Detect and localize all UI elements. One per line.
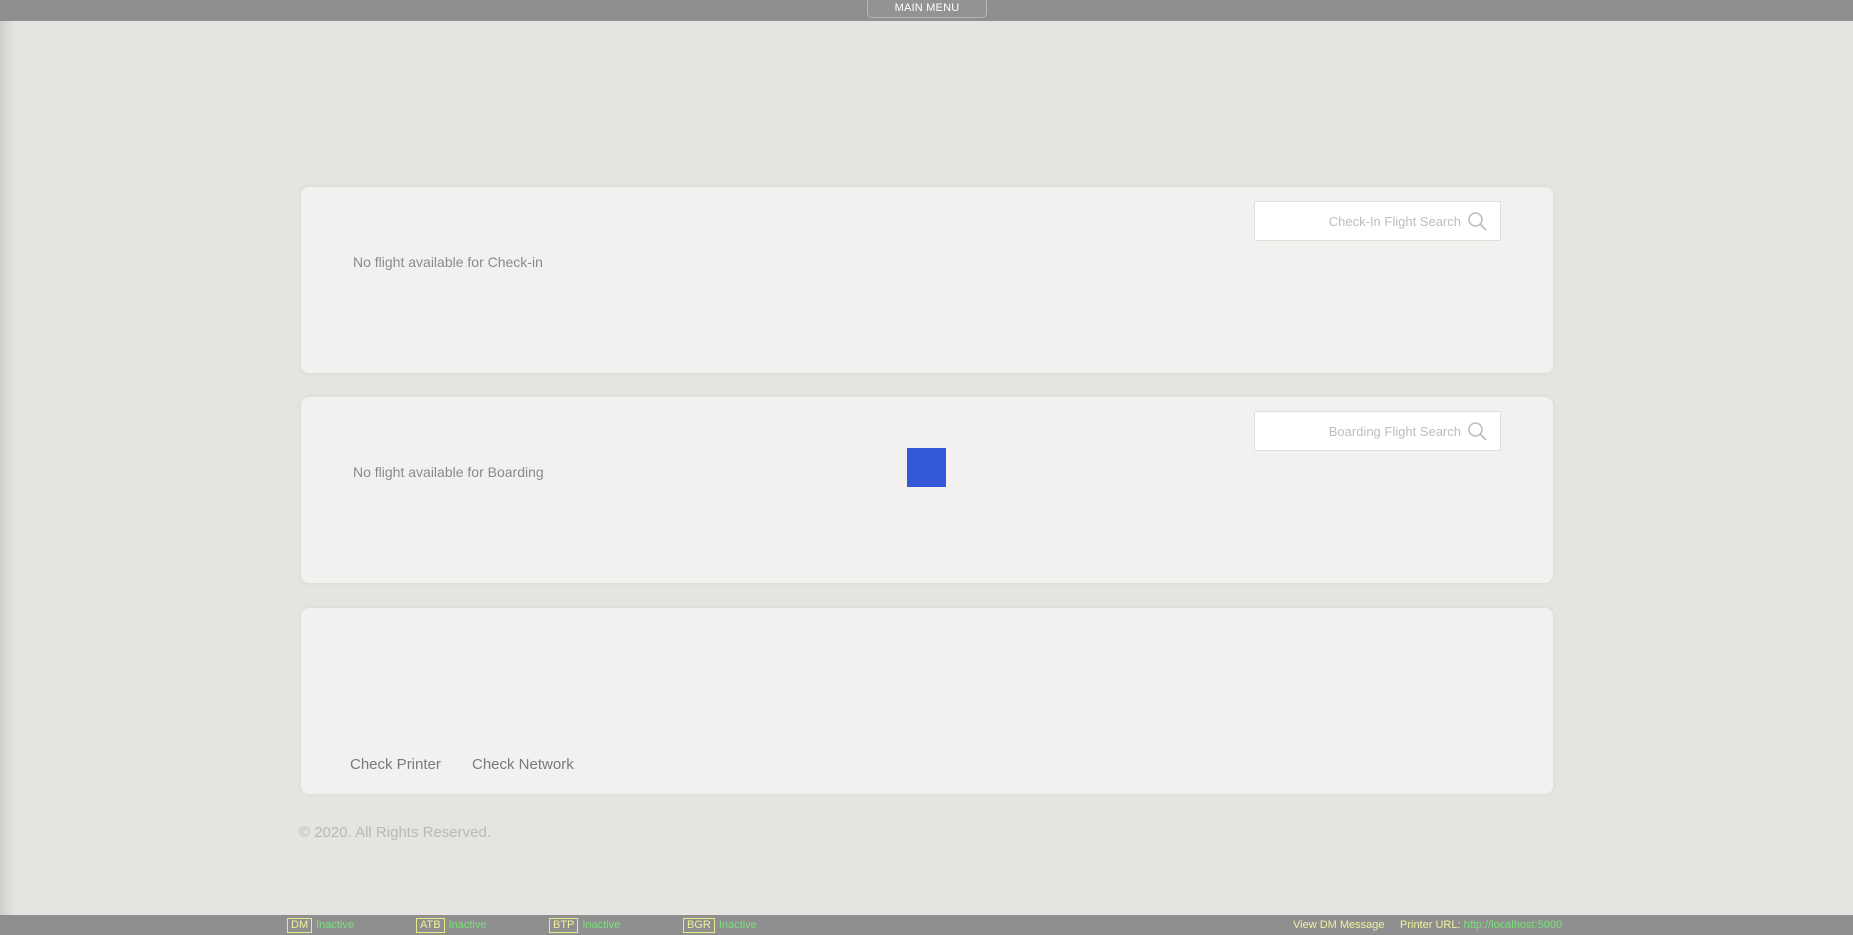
- checkin-search-input[interactable]: [1263, 202, 1461, 240]
- status-value: Inactive: [448, 919, 487, 931]
- main-menu-button[interactable]: MAIN MENU: [867, 0, 987, 18]
- left-edge-shade: [0, 0, 14, 935]
- boarding-panel: No flight available for Boarding: [301, 397, 1553, 583]
- tools-panel: Check Printer Check Network: [301, 608, 1553, 794]
- printer-url: Printer URL: http://localhost:5000: [1400, 919, 1562, 931]
- boarding-empty-message: No flight available for Boarding: [353, 464, 544, 480]
- status-value: Inactive: [316, 919, 355, 931]
- status-item-dm: DM Inactive: [287, 917, 354, 933]
- status-value: Inactive: [582, 919, 621, 931]
- status-tag: BGR: [683, 917, 715, 933]
- loading-indicator: [907, 448, 946, 487]
- check-printer-button[interactable]: Check Printer: [350, 756, 441, 773]
- boarding-search-box: [1254, 411, 1501, 451]
- boarding-search-input[interactable]: [1263, 412, 1461, 450]
- view-dm-message-link[interactable]: View DM Message: [1293, 919, 1385, 931]
- copyright-text: © 2020. All Rights Reserved.: [299, 824, 491, 841]
- checkin-search-box: [1254, 201, 1501, 241]
- status-item-atb: ATB Inactive: [416, 917, 487, 933]
- check-network-button[interactable]: Check Network: [472, 756, 574, 773]
- checkin-empty-message: No flight available for Check-in: [353, 254, 543, 270]
- status-item-btp: BTP Inactive: [549, 917, 620, 933]
- status-item-bgr: BGR Inactive: [683, 917, 757, 933]
- status-value: Inactive: [718, 919, 757, 931]
- checkin-panel: No flight available for Check-in: [301, 187, 1553, 373]
- search-icon[interactable]: [1467, 421, 1487, 441]
- printer-url-value[interactable]: http://localhost:5000: [1464, 919, 1562, 931]
- status-tag: BTP: [549, 917, 579, 933]
- printer-url-label: Printer URL:: [1400, 919, 1461, 931]
- status-tag: ATB: [416, 917, 445, 933]
- status-tag: DM: [287, 917, 313, 933]
- status-bar: DM Inactive ATB Inactive BTP Inactive BG…: [0, 915, 1853, 935]
- search-icon[interactable]: [1467, 211, 1487, 231]
- top-bar: MAIN MENU: [0, 0, 1853, 21]
